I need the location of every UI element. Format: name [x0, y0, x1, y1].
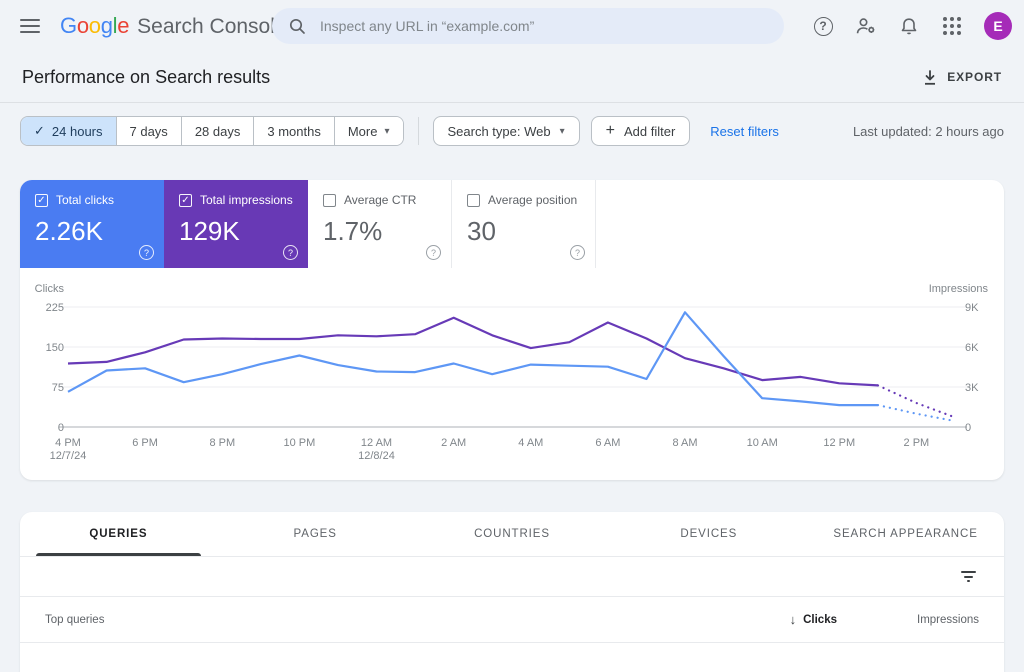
performance-card: ✓ Total clicks 2.26K ? ✓ Total impressions… — [20, 180, 1004, 480]
user-gear-icon — [856, 18, 875, 34]
notifications-button[interactable] — [898, 15, 920, 37]
tab-pages[interactable]: PAGES — [217, 512, 414, 556]
search-icon — [289, 18, 305, 34]
table-toolbar — [20, 557, 1004, 597]
search-type-label: Search type: Web — [447, 123, 551, 139]
bell-icon — [901, 18, 917, 35]
download-icon — [925, 69, 936, 85]
tab-queries[interactable]: QUERIES — [20, 512, 217, 556]
tab-search-appearance[interactable]: SEARCH APPEARANCE — [807, 512, 1004, 556]
help-icon: ? — [813, 16, 833, 36]
app-logo[interactable]: Google Search Console — [60, 13, 287, 39]
add-filter-label: Add filter — [623, 123, 676, 139]
top-app-bar: Google Search Console ? E — [0, 0, 1024, 52]
apps-grid-icon — [943, 17, 961, 35]
google-apps-button[interactable] — [941, 15, 963, 37]
filter-bar: ✓ 24 hours 7 days 28 days 3 months More ▾ … — [0, 103, 1024, 146]
svg-text:8 AM: 8 AM — [672, 437, 697, 449]
plus-icon: + — [605, 122, 615, 139]
column-clicks-label: Clicks — [803, 613, 837, 626]
menu-icon[interactable] — [20, 19, 40, 33]
svg-text:6K: 6K — [965, 342, 979, 354]
svg-text:10 PM: 10 PM — [284, 437, 316, 449]
account-settings-button[interactable] — [855, 15, 877, 37]
column-top-queries: Top queries — [45, 613, 105, 626]
svg-text:4 AM: 4 AM — [518, 437, 543, 449]
chevron-down-icon: ▾ — [384, 125, 390, 137]
page-title: Performance on Search results — [22, 66, 271, 87]
svg-text:2 AM: 2 AM — [441, 437, 466, 449]
url-inspect-searchbox[interactable] — [272, 8, 784, 44]
chevron-down-icon: ▾ — [559, 125, 565, 137]
svg-text:12/8/24: 12/8/24 — [358, 450, 395, 462]
google-search-console-app: { "header": { "logo_letters": [ {"ch":"G… — [0, 0, 1024, 672]
svg-text:9K: 9K — [965, 302, 979, 314]
tab-devices[interactable]: DEVICES — [610, 512, 807, 556]
svg-text:12 PM: 12 PM — [823, 437, 855, 449]
svg-text:12/7/24: 12/7/24 — [50, 450, 87, 462]
range-24-hours[interactable]: ✓ 24 hours — [21, 117, 117, 145]
column-clicks-sort[interactable]: ↓ Clicks — [790, 612, 837, 627]
svg-text:0: 0 — [58, 422, 64, 434]
svg-text:4 PM: 4 PM — [55, 437, 81, 449]
svg-text:225: 225 — [46, 302, 64, 314]
dimension-tabs: QUERIES PAGES COUNTRIES DEVICES SEARCH A… — [20, 512, 1004, 557]
svg-text:75: 75 — [52, 382, 64, 394]
range-7-days[interactable]: 7 days — [116, 117, 182, 145]
add-filter-button[interactable]: + Add filter — [590, 116, 691, 146]
account-avatar[interactable]: E — [984, 12, 1012, 40]
url-inspect-input[interactable] — [318, 17, 768, 35]
top-bar-actions: ? E — [812, 0, 1012, 52]
svg-text:Clicks: Clicks — [35, 283, 65, 295]
date-range-selector: ✓ 24 hours 7 days 28 days 3 months More ▾ — [20, 116, 404, 146]
svg-text:8 PM: 8 PM — [209, 437, 235, 449]
svg-text:150: 150 — [46, 342, 64, 354]
dimensions-card: QUERIES PAGES COUNTRIES DEVICES SEARCH A… — [20, 512, 1004, 672]
filter-rows-icon[interactable] — [961, 571, 976, 582]
reset-filters-link[interactable]: Reset filters — [710, 124, 779, 139]
svg-text:10 AM: 10 AM — [747, 437, 778, 449]
table-header-row: Top queries ↓ Clicks Impressions — [20, 597, 1004, 643]
last-updated-text: Last updated: 2 hours ago — [852, 123, 1004, 139]
svg-text:Impressions: Impressions — [929, 283, 989, 295]
export-button[interactable]: EXPORT — [922, 69, 1002, 86]
product-name: Search Console — [137, 15, 287, 38]
column-impressions[interactable]: Impressions — [837, 614, 979, 626]
check-icon: ✓ — [34, 123, 45, 138]
range-28-days[interactable]: 28 days — [181, 117, 255, 145]
tab-countries[interactable]: COUNTRIES — [414, 512, 611, 556]
export-label: EXPORT — [947, 70, 1002, 84]
svg-text:6 PM: 6 PM — [132, 437, 158, 449]
svg-text:2 PM: 2 PM — [904, 437, 930, 449]
svg-text:3K: 3K — [965, 382, 979, 394]
help-button[interactable]: ? — [812, 15, 834, 37]
google-logo: Google — [60, 13, 130, 38]
svg-text:6 AM: 6 AM — [595, 437, 620, 449]
svg-text:12 AM: 12 AM — [361, 437, 392, 449]
performance-chart[interactable]: Clicks075150225Impressions03K6K9K4 PM12/… — [20, 180, 1004, 480]
range-3-months[interactable]: 3 months — [254, 117, 335, 145]
svg-text:0: 0 — [965, 422, 971, 434]
search-type-dropdown[interactable]: Search type: Web ▾ — [432, 116, 580, 146]
page-header: Performance on Search results EXPORT — [0, 52, 1024, 103]
divider — [417, 117, 419, 145]
range-more[interactable]: More ▾ — [334, 117, 403, 145]
sort-down-icon: ↓ — [789, 612, 797, 627]
